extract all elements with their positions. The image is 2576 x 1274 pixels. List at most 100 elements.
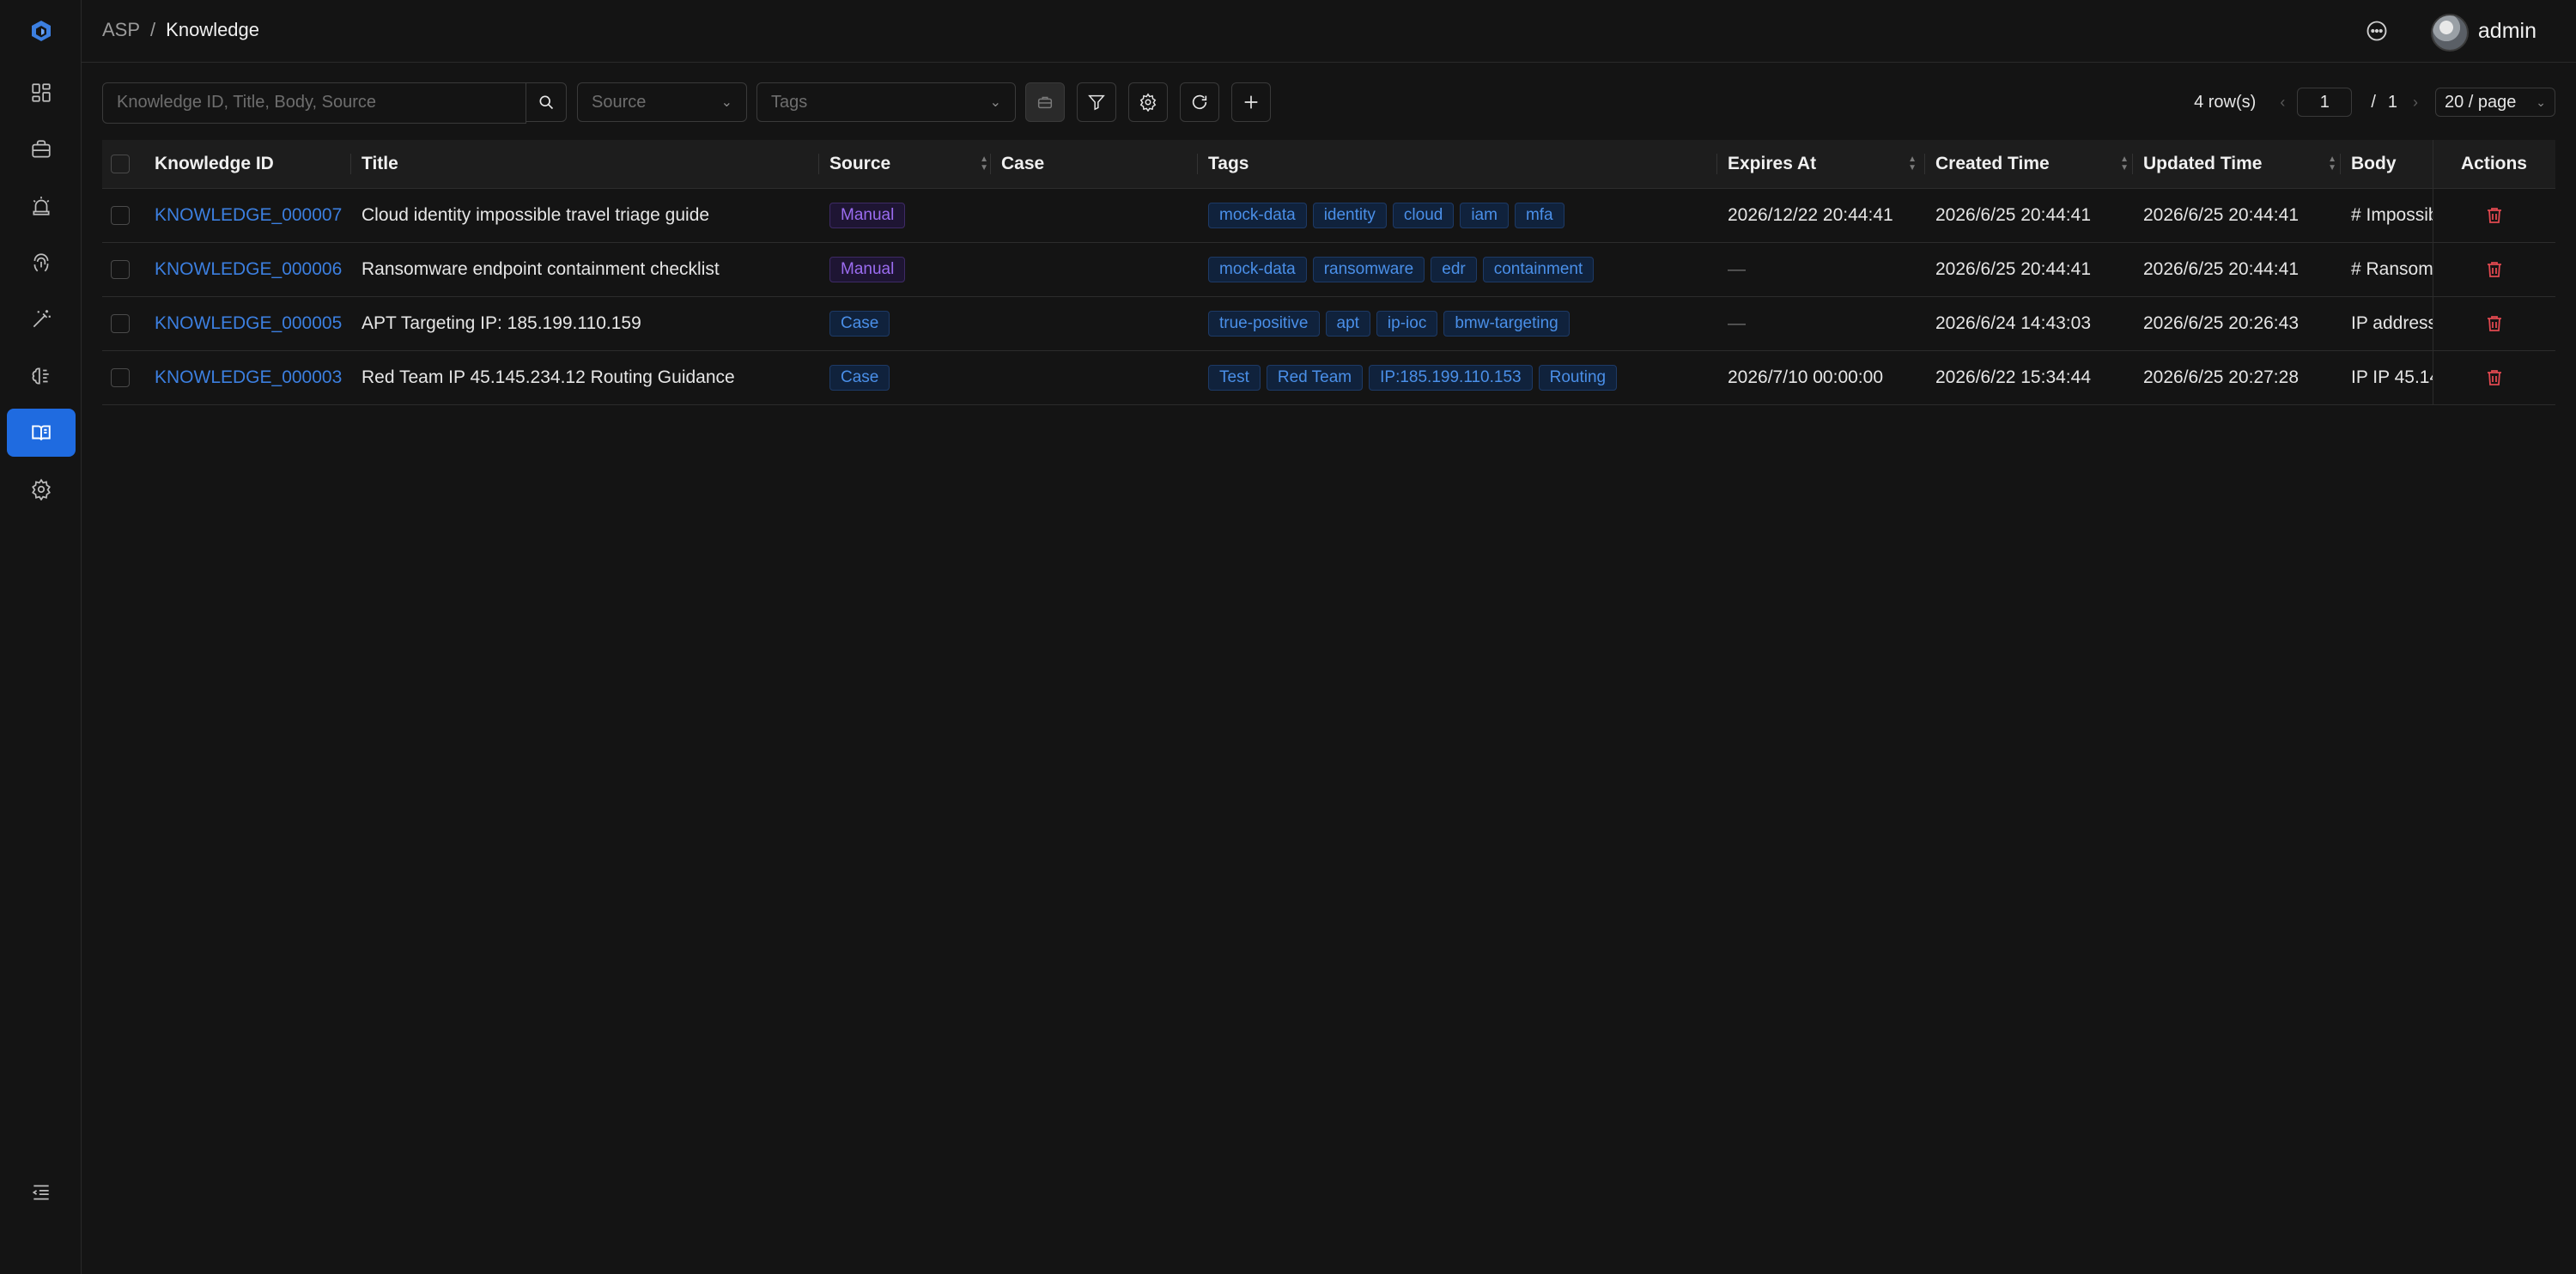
tags-select-placeholder: Tags: [771, 92, 808, 112]
row-created-time: 2026/6/22 15:34:44: [1935, 367, 2092, 387]
col-header-updated-time[interactable]: Updated Time ▲ ▼: [2143, 140, 2345, 188]
sidebar-collapse-button[interactable]: [7, 1168, 76, 1216]
knowledge-id-link[interactable]: KNOWLEDGE_000005: [155, 313, 342, 334]
tag-chip: edr: [1431, 257, 1477, 282]
knowledge-id-link[interactable]: KNOWLEDGE_000007: [155, 205, 342, 226]
search-input[interactable]: [103, 83, 507, 121]
tag-chip: iam: [1460, 203, 1509, 228]
sort-icon[interactable]: ▲ ▼: [2328, 155, 2336, 173]
row-updated-time: 2026/6/25 20:44:41: [2143, 205, 2300, 225]
source-badge: Manual: [829, 257, 906, 282]
breadcrumb-current: Knowledge: [166, 19, 260, 40]
chat-icon[interactable]: [2365, 19, 2389, 43]
tag-chip: cloud: [1392, 203, 1455, 228]
row-body: # Impossible travel: [2351, 205, 2433, 225]
row-checkbox[interactable]: [111, 206, 130, 225]
sidebar-item-fingerprint[interactable]: [7, 239, 76, 287]
table-row[interactable]: KNOWLEDGE_000007 Cloud identity impossib…: [102, 189, 2555, 243]
row-title: APT Targeting IP: 185.199.110.159: [361, 313, 641, 333]
prev-page-icon[interactable]: ‹: [2280, 94, 2285, 112]
pagination: 4 row(s) ‹ 1 / 1 › 20 / page ⌄: [2194, 82, 2555, 122]
dashboard-icon: [32, 83, 51, 102]
knowledge-id-link[interactable]: KNOWLEDGE_000006: [155, 259, 342, 280]
refresh-icon: [1192, 94, 1207, 110]
sort-icon[interactable]: ▲ ▼: [1908, 155, 1917, 173]
sidebar-item-alerts[interactable]: [7, 182, 76, 230]
tags-select[interactable]: Tags ⌄: [756, 82, 1016, 122]
source-select[interactable]: Source ⌄: [577, 82, 747, 122]
row-expires-at: —: [1728, 259, 1746, 279]
tag-chip: bmw-targeting: [1443, 311, 1570, 337]
sidebar-item-playbooks[interactable]: [7, 295, 76, 343]
delete-icon[interactable]: [2484, 313, 2505, 334]
row-created-time: 2026/6/24 14:43:03: [1935, 313, 2092, 333]
search-button[interactable]: [526, 82, 567, 122]
knowledge-id-link[interactable]: KNOWLEDGE_000003: [155, 367, 342, 388]
tag-chip: true-positive: [1208, 311, 1320, 337]
page-number-input[interactable]: 1: [2297, 88, 2353, 117]
tag-chip: apt: [1325, 311, 1370, 337]
row-updated-time: 2026/6/25 20:26:43: [2143, 313, 2300, 333]
select-all-checkbox[interactable]: [111, 155, 130, 173]
table-row[interactable]: KNOWLEDGE_000005 APT Targeting IP: 185.1…: [102, 297, 2555, 351]
search-icon: [539, 95, 554, 110]
row-expires-at: 2026/7/10 00:00:00: [1728, 367, 1884, 387]
page-size-select[interactable]: 20 / page ⌄: [2435, 88, 2555, 117]
column-settings-button[interactable]: [1128, 82, 1168, 122]
next-page-icon[interactable]: ›: [2413, 94, 2418, 112]
source-badge: Case: [829, 311, 890, 337]
sidebar-item-cases[interactable]: [7, 125, 76, 173]
col-header-title[interactable]: Title: [361, 140, 825, 188]
col-header-source[interactable]: Source ▲ ▼: [829, 140, 997, 188]
col-header-created-time[interactable]: Created Time ▲ ▼: [1935, 140, 2137, 188]
fingerprint-icon: [33, 253, 49, 272]
tag-chip: ransomware: [1312, 257, 1425, 282]
row-checkbox[interactable]: [111, 260, 130, 279]
row-tags: Test Red Team IP:185.199.110.153 Routing: [1208, 351, 1715, 404]
logo-icon: [32, 21, 51, 41]
sort-icon[interactable]: ▲ ▼: [2120, 155, 2129, 173]
sidebar-item-knowledge[interactable]: [7, 409, 76, 457]
collapse-menu-icon: [32, 1185, 49, 1200]
filter-button[interactable]: [1077, 82, 1116, 122]
row-tags: mock-data ransomware edr containment: [1208, 243, 1715, 296]
col-header-knowledge-id[interactable]: Knowledge ID: [155, 140, 352, 188]
row-expires-at: 2026/12/22 20:44:41: [1728, 205, 1893, 225]
username[interactable]: admin: [2478, 19, 2537, 44]
search-box: [102, 82, 526, 124]
sidebar-item-ai[interactable]: [7, 352, 76, 400]
row-updated-time: 2026/6/25 20:44:41: [2143, 259, 2300, 279]
bulk-action-button[interactable]: [1025, 82, 1065, 122]
siren-icon: [33, 197, 50, 215]
delete-icon[interactable]: [2484, 205, 2505, 226]
delete-icon[interactable]: [2484, 259, 2505, 280]
app-logo[interactable]: [7, 7, 76, 55]
delete-icon[interactable]: [2484, 367, 2505, 388]
avatar[interactable]: [2431, 14, 2469, 52]
select-all-cell: [111, 140, 137, 188]
sidebar-item-dashboard[interactable]: [7, 69, 76, 117]
table-row[interactable]: KNOWLEDGE_000003 Red Team IP 45.145.234.…: [102, 351, 2555, 405]
col-header-body[interactable]: Body: [2351, 140, 2433, 188]
sidebar-item-settings[interactable]: [7, 465, 76, 513]
knowledge-table: Knowledge ID Title Source ▲ ▼ Case Tags E…: [102, 140, 2555, 405]
col-header-case[interactable]: Case: [1001, 140, 1207, 188]
table-header: Knowledge ID Title Source ▲ ▼ Case Tags E…: [102, 140, 2555, 189]
add-button[interactable]: [1231, 82, 1271, 122]
breadcrumb-root[interactable]: ASP: [102, 19, 140, 40]
refresh-button[interactable]: [1180, 82, 1219, 122]
tag-chip: IP:185.199.110.153: [1369, 365, 1533, 391]
chevron-down-icon: ⌄: [720, 95, 732, 110]
col-header-tags[interactable]: Tags: [1208, 140, 1723, 188]
row-tags: true-positive apt ip-ioc bmw-targeting: [1208, 297, 1715, 350]
chevron-down-icon: ⌄: [2536, 94, 2546, 109]
tag-chip: Routing: [1538, 365, 1618, 391]
table-row[interactable]: KNOWLEDGE_000006 Ransomware endpoint con…: [102, 243, 2555, 297]
gear-icon: [32, 478, 51, 500]
sort-icon[interactable]: ▲ ▼: [980, 155, 988, 173]
row-checkbox[interactable]: [111, 314, 130, 333]
row-title: Ransomware endpoint containment checklis…: [361, 259, 720, 279]
row-body: IP IP 45.145: [2351, 367, 2433, 387]
col-header-expires-at[interactable]: Expires At ▲ ▼: [1728, 140, 1925, 188]
row-checkbox[interactable]: [111, 368, 130, 387]
